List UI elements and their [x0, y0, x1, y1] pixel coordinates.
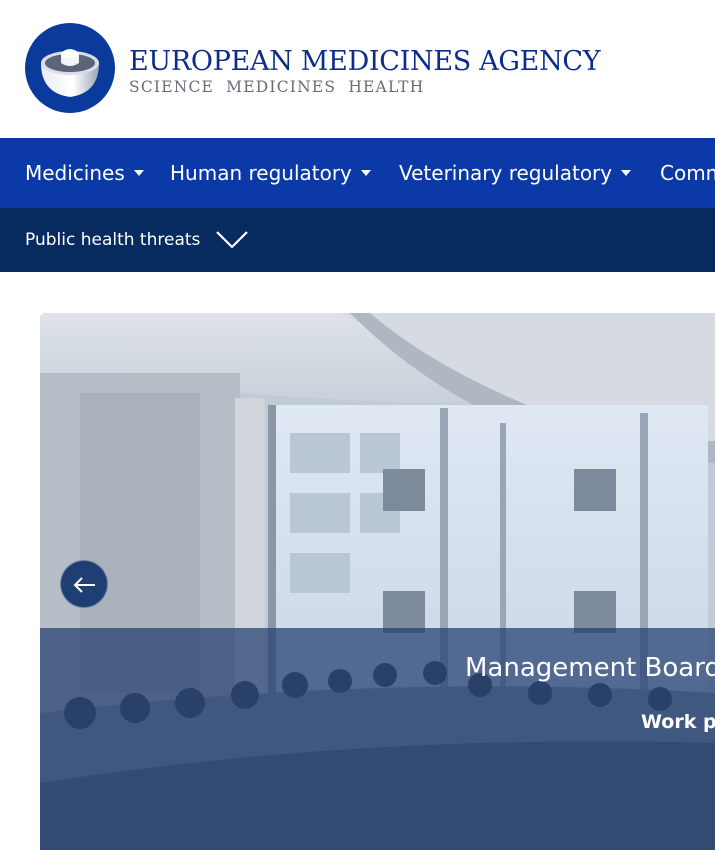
caret-down-icon — [360, 169, 371, 176]
main-navigation: Medicines Human regulatory Veterinary re… — [0, 138, 715, 208]
agency-tagline: SCIENCE MEDICINES HEALTH — [129, 78, 425, 96]
nav-item-label: Comm — [660, 161, 715, 185]
arrow-left-icon — [73, 577, 95, 593]
nav-item-public-health-threats[interactable]: Public health threats — [25, 208, 200, 272]
caret-down-icon — [621, 169, 632, 176]
chevron-down-icon[interactable] — [215, 230, 249, 250]
hero-title[interactable]: Management Board: — [465, 653, 715, 683]
site-header: EUROPEAN MEDICINES AGENCY SCIENCE MEDICI… — [0, 0, 715, 138]
carousel-prev-button[interactable] — [60, 560, 108, 608]
agency-logotype[interactable]: EUROPEAN MEDICINES AGENCY SCIENCE MEDICI… — [129, 46, 601, 96]
hero-carousel: Management Board: Work pr — [40, 313, 715, 850]
caret-down-icon — [133, 169, 144, 176]
nav-item-label: Medicines — [25, 161, 125, 185]
nav-item-label: Public health threats — [25, 230, 201, 250]
nav-item-medicines[interactable]: Medicines — [25, 138, 144, 208]
nav-item-veterinary-regulatory[interactable]: Veterinary regulatory — [399, 138, 632, 208]
hero-subtitle[interactable]: Work pr — [641, 711, 715, 733]
ema-logo-icon[interactable] — [25, 23, 115, 113]
nav-item-human-regulatory[interactable]: Human regulatory — [170, 138, 371, 208]
secondary-navigation: Public health threats — [0, 208, 715, 272]
agency-name: EUROPEAN MEDICINES AGENCY — [129, 46, 601, 77]
nav-item-comm[interactable]: Comm — [660, 138, 715, 208]
nav-item-label: Veterinary regulatory — [399, 161, 613, 185]
nav-item-label: Human regulatory — [170, 161, 352, 185]
